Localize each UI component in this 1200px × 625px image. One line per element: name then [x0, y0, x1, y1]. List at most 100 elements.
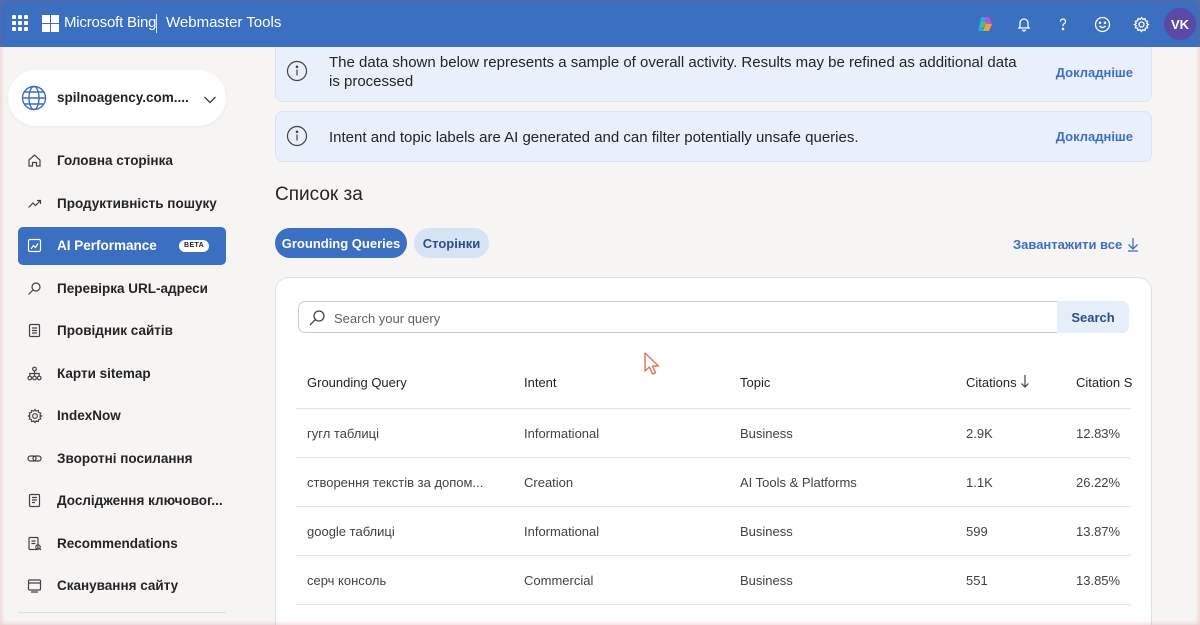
user-avatar[interactable]: VK	[1164, 8, 1196, 40]
main-content: The data shown below represents a sample…	[245, 47, 1200, 625]
ai-chart-icon	[27, 238, 43, 254]
search-button[interactable]: Search	[1057, 301, 1129, 333]
recommendations-icon	[27, 536, 43, 552]
cell-citation-share: 13.87%	[1076, 524, 1121, 539]
cell-citations: 1.1K	[966, 475, 993, 490]
download-icon[interactable]	[1127, 237, 1139, 257]
sidebar-item-label: Карти sitemap	[57, 365, 151, 381]
sidebar-item-url-inspection[interactable]: Перевірка URL-адреси	[18, 270, 226, 308]
table-row[interactable]: серч консоль Commercial Business 551 13.…	[296, 556, 1131, 605]
cell-query: створення текстів за допом...	[307, 475, 484, 490]
brand-divider	[156, 14, 157, 33]
site-selector[interactable]: spilnoagency.com....	[8, 70, 226, 126]
sidebar-item-label: Дослідження ключовог...	[57, 493, 223, 508]
search-icon	[308, 309, 326, 332]
cell-citation-share: 26.22%	[1076, 475, 1121, 490]
info-icon	[286, 125, 308, 147]
link-icon	[27, 451, 43, 467]
chevron-down-icon[interactable]	[203, 92, 217, 110]
top-bar: Microsoft Bing Webmaster Tools VK	[0, 0, 1200, 47]
column-header-intent[interactable]: Intent	[524, 375, 557, 390]
table-row[interactable]: створення текстів за допом... Creation A…	[296, 458, 1131, 507]
search-input[interactable]	[334, 308, 1034, 328]
cell-topic: Business	[740, 524, 793, 539]
banner-text: Intent and topic labels are AI generated…	[329, 129, 859, 146]
app-launcher-icon[interactable]	[12, 15, 28, 31]
download-all-link[interactable]: Завантажити все	[1013, 237, 1122, 252]
sidebar-item-sitemaps[interactable]: Карти sitemap	[18, 355, 226, 393]
cell-query: гугл таблиці	[307, 426, 379, 441]
sidebar: spilnoagency.com.... Головна сторінка Пр…	[0, 47, 245, 625]
sidebar-item-keyword-research[interactable]: Дослідження ключовог...	[18, 482, 226, 520]
learn-more-link[interactable]: Докладніше	[1056, 129, 1133, 144]
tab-pages[interactable]: Сторінки	[414, 228, 489, 258]
ai-labels-banner: Intent and topic labels are AI generated…	[275, 111, 1152, 162]
column-header-topic[interactable]: Topic	[740, 375, 770, 390]
site-name: spilnoagency.com....	[57, 90, 189, 105]
scan-icon	[27, 578, 43, 594]
product-name[interactable]: Webmaster Tools	[166, 14, 281, 31]
cell-citation-share: 13.85%	[1076, 573, 1121, 588]
column-header-query[interactable]: Grounding Query	[307, 375, 407, 390]
beta-badge: BETA	[179, 240, 210, 252]
table-row[interactable]: гугл таблиці Informational Business 2.9K…	[296, 409, 1131, 458]
cell-topic: Business	[740, 573, 793, 588]
section-title: Список за	[275, 184, 363, 205]
sidebar-item-recommendations[interactable]: Recommendations	[18, 525, 226, 563]
tab-grounding-queries[interactable]: Grounding Queries	[275, 228, 407, 258]
sidebar-item-label: AI Performance	[57, 238, 157, 253]
sidebar-item-label: Перевірка URL-адреси	[57, 280, 208, 296]
cell-query: серч консоль	[307, 573, 387, 588]
cell-intent: Informational	[524, 524, 600, 539]
sidebar-item-indexnow[interactable]: IndexNow	[18, 397, 226, 435]
sidebar-divider	[18, 612, 226, 613]
indexnow-gear-icon	[27, 408, 43, 424]
globe-icon	[21, 85, 47, 116]
column-header-citations[interactable]: Citations	[966, 375, 1017, 390]
cell-citations: 599	[966, 524, 988, 539]
copilot-icon[interactable]	[975, 14, 995, 34]
sort-descending-icon[interactable]	[1020, 374, 1030, 394]
cell-topic: AI Tools & Platforms	[740, 475, 857, 490]
sample-data-banner: The data shown below represents a sample…	[275, 47, 1152, 102]
sidebar-item-site-explorer[interactable]: Провідник сайтів	[18, 312, 226, 350]
sidebar-item-label: IndexNow	[57, 408, 121, 423]
brand-name[interactable]: Microsoft Bing	[64, 14, 156, 31]
bell-icon[interactable]	[1014, 14, 1034, 34]
sidebar-item-label: Сканування сайту	[57, 578, 179, 593]
cell-topic: Business	[740, 426, 793, 441]
keyword-doc-icon	[27, 493, 43, 509]
info-icon	[286, 60, 308, 82]
cell-intent: Creation	[524, 475, 574, 490]
sidebar-item-label: Recommendations	[57, 535, 178, 551]
home-icon	[27, 153, 43, 169]
gear-icon[interactable]	[1131, 14, 1151, 34]
url-search-icon	[27, 281, 43, 297]
sidebar-item-label: Головна сторінка	[57, 153, 173, 168]
sidebar-item-label: Провідник сайтів	[57, 323, 173, 338]
feedback-smiley-icon[interactable]	[1092, 14, 1112, 34]
table-row[interactable]: google таблиці Informational Business 59…	[296, 507, 1131, 556]
help-icon[interactable]	[1053, 14, 1073, 34]
learn-more-link[interactable]: Докладніше	[1056, 65, 1133, 80]
sidebar-item-home[interactable]: Головна сторінка	[18, 142, 226, 180]
cell-intent: Informational	[524, 426, 600, 441]
trend-icon	[27, 196, 43, 212]
queries-card: Search Grounding Query Intent Topic Cita…	[275, 277, 1152, 625]
sidebar-item-search-performance[interactable]: Продуктивність пошуку	[18, 185, 226, 223]
document-icon	[27, 323, 43, 339]
cell-citation-share: 12.83%	[1076, 426, 1121, 441]
microsoft-logo-icon	[42, 15, 59, 32]
queries-table: Grounding Query Intent Topic Citations C…	[296, 356, 1132, 605]
column-header-citation-share[interactable]: Citation S	[1076, 375, 1132, 390]
sidebar-item-label: Зворотні посилання	[57, 450, 193, 466]
sidebar-item-ai-performance[interactable]: AI Performance BETA	[18, 227, 226, 265]
banner-text: The data shown below represents a sample…	[329, 54, 1017, 90]
table-header: Grounding Query Intent Topic Citations C…	[296, 356, 1132, 409]
cell-citations: 2.9K	[966, 426, 993, 441]
sidebar-item-backlinks[interactable]: Зворотні посилання	[18, 440, 226, 478]
cell-intent: Commercial	[524, 573, 594, 588]
sidebar-item-site-scan[interactable]: Сканування сайту	[18, 567, 226, 605]
sidebar-item-label: Продуктивність пошуку	[57, 195, 217, 211]
cell-query: google таблиці	[307, 524, 395, 539]
